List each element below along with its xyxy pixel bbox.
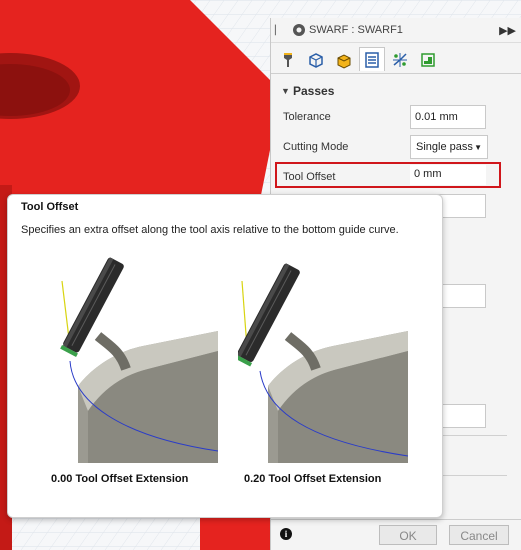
expand-panel-button[interactable]: ▶▶ [499,24,516,37]
tool-offset-label: Tool Offset [283,171,336,183]
operation-tabs [271,43,521,74]
section-caret-icon: ▼ [281,86,290,96]
tab-tool[interactable] [275,47,301,71]
tab-shape[interactable] [415,47,441,71]
geometry-icon [309,52,323,68]
tooltip-title: Tool Offset [21,201,79,213]
cancel-button[interactable]: Cancel [449,525,509,545]
cutting-mode-label: Cutting Mode [283,141,349,153]
tool-offset-zero-illustration [60,257,218,463]
swarf-operation-icon [293,24,305,36]
tolerance-input[interactable]: 0.01 mm [410,105,486,129]
cutting-mode-select[interactable]: Single pass ▼ [410,135,488,159]
tab-passes[interactable] [359,47,385,71]
ok-button[interactable]: OK [379,525,437,545]
tab-geometry[interactable] [303,47,329,71]
figure-caption-extension: 0.20 Tool Offset Extension [244,473,382,485]
passes-section-header[interactable]: ▼ Passes [271,78,521,104]
shape-icon [421,52,435,67]
tool-offset-extension-illustration [238,263,408,463]
figure-caption-zero: 0.00 Tool Offset Extension [51,473,189,485]
tolerance-row: Tolerance 0.01 mm [271,105,521,131]
cutting-mode-value: Single pass [416,141,473,153]
panel-title: SWARF : SWARF1 [309,24,403,36]
tab-heights[interactable] [331,47,357,71]
passes-icon [365,51,379,68]
tolerance-label: Tolerance [283,111,331,123]
panel-header: ▏ SWARF : SWARF1 ▶▶ [271,18,521,43]
tooltip-description: Specifies an extra offset along the tool… [21,224,399,236]
heights-icon [337,53,351,69]
tool-offset-row: Tool Offset 0 mm [271,162,521,191]
section-title: Passes [293,84,335,98]
cutting-mode-row: Cutting Mode Single pass ▼ [271,135,521,161]
info-icon[interactable]: i [280,528,292,540]
tab-linking[interactable] [387,47,413,71]
tool-offset-input[interactable]: 0 mm [410,165,486,185]
collapse-handle[interactable]: ▏ [275,25,285,36]
tool-offset-tooltip: Tool Offset Specifies an extra offset al… [7,194,443,518]
linking-icon [393,52,407,67]
chevron-down-icon: ▼ [474,142,482,152]
panel-footer: i OK Cancel [271,519,521,550]
tool-icon [284,52,292,67]
